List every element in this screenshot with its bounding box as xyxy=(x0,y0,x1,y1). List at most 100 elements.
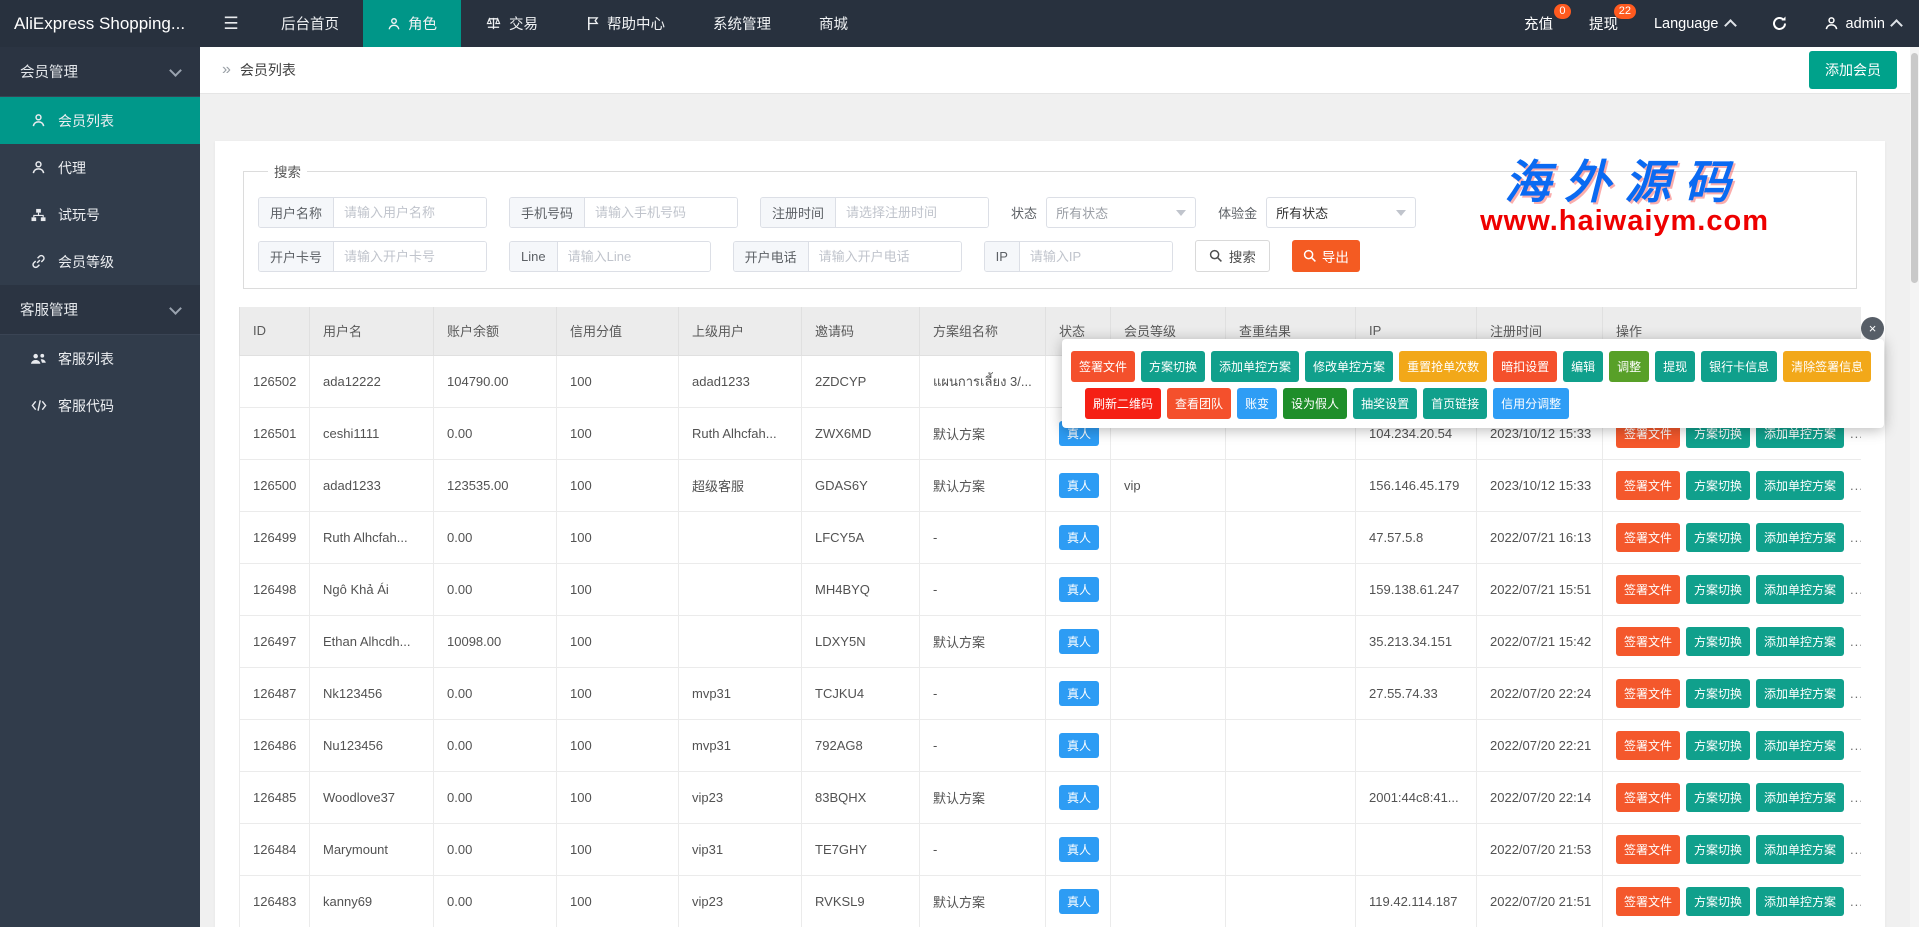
row-more-actions[interactable]: ... xyxy=(1850,842,1861,857)
row-action-方案切换[interactable]: 方案切换 xyxy=(1686,835,1750,864)
nav-tab-系统管理[interactable]: 系统管理 xyxy=(689,0,795,47)
row-action-添加单控方案[interactable]: 添加单控方案 xyxy=(1756,783,1844,812)
nav-tab-商城[interactable]: 商城 xyxy=(795,0,872,47)
search-input-手机号码[interactable] xyxy=(585,198,737,227)
popup-action-编辑[interactable]: 编辑 xyxy=(1563,351,1603,382)
cell-time: 2022/07/21 15:51 xyxy=(1477,563,1603,615)
admin-menu[interactable]: admin xyxy=(1806,0,1919,47)
popup-action-提现[interactable]: 提现 xyxy=(1655,351,1695,382)
export-button[interactable]: 导出 xyxy=(1292,240,1360,272)
row-action-签署文件[interactable]: 签署文件 xyxy=(1616,679,1680,708)
sidebar-item-会员等级[interactable]: 会员等级 xyxy=(0,238,200,285)
row-more-actions[interactable]: ... xyxy=(1850,686,1861,701)
search-select-状态-dropdown[interactable]: 所有状态 xyxy=(1046,197,1196,228)
popup-action-清除签署信息[interactable]: 清除签署信息 xyxy=(1783,351,1871,382)
row-action-方案切换[interactable]: 方案切换 xyxy=(1686,575,1750,604)
sidebar-item-试玩号[interactable]: 试玩号 xyxy=(0,191,200,238)
row-more-actions[interactable]: ... xyxy=(1850,582,1861,597)
popup-action-调整[interactable]: 调整 xyxy=(1609,351,1649,382)
search-icon xyxy=(1209,249,1223,263)
row-action-添加单控方案[interactable]: 添加单控方案 xyxy=(1756,575,1844,604)
popup-action-签署文件[interactable]: 签署文件 xyxy=(1071,351,1135,382)
row-action-签署文件[interactable]: 签署文件 xyxy=(1616,731,1680,760)
nav-tab-角色[interactable]: 角色 xyxy=(363,0,461,47)
sidebar-item-代理[interactable]: 代理 xyxy=(0,144,200,191)
row-more-actions[interactable]: ... xyxy=(1850,530,1861,545)
sidebar-group-会员管理[interactable]: 会员管理 xyxy=(0,47,200,97)
row-action-签署文件[interactable]: 签署文件 xyxy=(1616,471,1680,500)
popup-action-抽奖设置[interactable]: 抽奖设置 xyxy=(1353,388,1417,419)
popup-action-查看团队[interactable]: 查看团队 xyxy=(1167,388,1231,419)
popup-action-刷新二维码[interactable]: 刷新二维码 xyxy=(1085,388,1161,419)
popup-action-账变[interactable]: 账变 xyxy=(1237,388,1277,419)
row-action-添加单控方案[interactable]: 添加单控方案 xyxy=(1756,627,1844,656)
popup-action-修改单控方案[interactable]: 修改单控方案 xyxy=(1305,351,1393,382)
row-action-签署文件[interactable]: 签署文件 xyxy=(1616,783,1680,812)
row-more-actions[interactable]: ... xyxy=(1850,738,1861,753)
search-select-体验金-dropdown[interactable]: 所有状态 xyxy=(1266,197,1416,228)
popup-actions-row-2: 刷新二维码查看团队账变设为假人抽奖设置首页链接信用分调整 xyxy=(1071,388,1875,419)
language-menu[interactable]: Language xyxy=(1636,0,1753,47)
row-action-方案切换[interactable]: 方案切换 xyxy=(1686,887,1750,916)
row-more-actions[interactable]: ... xyxy=(1850,894,1861,909)
popup-action-方案切换[interactable]: 方案切换 xyxy=(1141,351,1205,382)
row-action-方案切换[interactable]: 方案切换 xyxy=(1686,731,1750,760)
search-field-开户卡号: 开户卡号 xyxy=(258,241,487,272)
sidebar-item-客服代码[interactable]: 客服代码 xyxy=(0,382,200,429)
sidebar-group-客服管理[interactable]: 客服管理 xyxy=(0,285,200,335)
row-action-签署文件[interactable]: 签署文件 xyxy=(1616,575,1680,604)
row-action-签署文件[interactable]: 签署文件 xyxy=(1616,887,1680,916)
search-input-用户名称[interactable] xyxy=(334,198,486,227)
search-field-注册时间: 注册时间 xyxy=(760,197,989,228)
popup-action-信用分调整[interactable]: 信用分调整 xyxy=(1493,388,1569,419)
row-action-方案切换[interactable]: 方案切换 xyxy=(1686,471,1750,500)
row-action-签署文件[interactable]: 签署文件 xyxy=(1616,627,1680,656)
cell-invite: ZWX6MD xyxy=(802,407,920,459)
popup-action-设为假人[interactable]: 设为假人 xyxy=(1283,388,1347,419)
add-member-button[interactable]: 添加会员 xyxy=(1809,51,1897,89)
search-input-开户卡号[interactable] xyxy=(334,242,486,271)
row-more-actions[interactable]: ... xyxy=(1850,478,1861,493)
row-action-添加单控方案[interactable]: 添加单控方案 xyxy=(1756,835,1844,864)
row-action-方案切换[interactable]: 方案切换 xyxy=(1686,627,1750,656)
search-input-Line[interactable] xyxy=(558,242,710,271)
search-input-IP[interactable] xyxy=(1020,242,1172,271)
search-input-注册时间[interactable] xyxy=(836,198,988,227)
row-action-添加单控方案[interactable]: 添加单控方案 xyxy=(1756,887,1844,916)
row-action-添加单控方案[interactable]: 添加单控方案 xyxy=(1756,471,1844,500)
row-action-签署文件[interactable]: 签署文件 xyxy=(1616,835,1680,864)
popup-action-暗扣设置[interactable]: 暗扣设置 xyxy=(1493,351,1557,382)
sidebar-item-客服列表[interactable]: 客服列表 xyxy=(0,335,200,382)
language-label: Language xyxy=(1654,16,1719,32)
recharge-menu[interactable]: 充值 0 xyxy=(1506,0,1571,47)
popup-action-添加单控方案[interactable]: 添加单控方案 xyxy=(1211,351,1299,382)
refresh-button[interactable] xyxy=(1753,0,1806,47)
nav-tab-后台首页[interactable]: 后台首页 xyxy=(257,0,363,47)
row-action-方案切换[interactable]: 方案切换 xyxy=(1686,523,1750,552)
status-badge: 真人 xyxy=(1059,733,1099,758)
row-action-方案切换[interactable]: 方案切换 xyxy=(1686,783,1750,812)
row-action-添加单控方案[interactable]: 添加单控方案 xyxy=(1756,679,1844,708)
row-more-actions[interactable]: ... xyxy=(1850,634,1861,649)
popup-close-icon[interactable]: × xyxy=(1861,317,1884,340)
scrollbar-thumb[interactable] xyxy=(1911,53,1918,283)
vertical-scrollbar[interactable] xyxy=(1910,47,1919,927)
chevron-up-icon xyxy=(1724,19,1737,32)
popup-action-首页链接[interactable]: 首页链接 xyxy=(1423,388,1487,419)
row-action-方案切换[interactable]: 方案切换 xyxy=(1686,679,1750,708)
popup-action-银行卡信息[interactable]: 银行卡信息 xyxy=(1701,351,1777,382)
nav-tab-交易[interactable]: 交易 xyxy=(461,0,562,47)
row-more-actions[interactable]: ... xyxy=(1850,790,1861,805)
row-action-添加单控方案[interactable]: 添加单控方案 xyxy=(1756,731,1844,760)
search-field-IP: IP xyxy=(984,241,1173,272)
cell-ip: 47.57.5.8 xyxy=(1356,511,1477,563)
withdraw-menu[interactable]: 提现 22 xyxy=(1571,0,1636,47)
row-action-签署文件[interactable]: 签署文件 xyxy=(1616,523,1680,552)
sidebar-item-会员列表[interactable]: 会员列表 xyxy=(0,97,200,144)
search-input-开户电话[interactable] xyxy=(809,242,961,271)
row-action-添加单控方案[interactable]: 添加单控方案 xyxy=(1756,523,1844,552)
search-button[interactable]: 搜索 xyxy=(1195,240,1270,272)
sidebar-toggle-icon[interactable]: ☰ xyxy=(205,0,257,47)
popup-action-重置抢单次数[interactable]: 重置抢单次数 xyxy=(1399,351,1487,382)
nav-tab-帮助中心[interactable]: 帮助中心 xyxy=(562,0,689,47)
